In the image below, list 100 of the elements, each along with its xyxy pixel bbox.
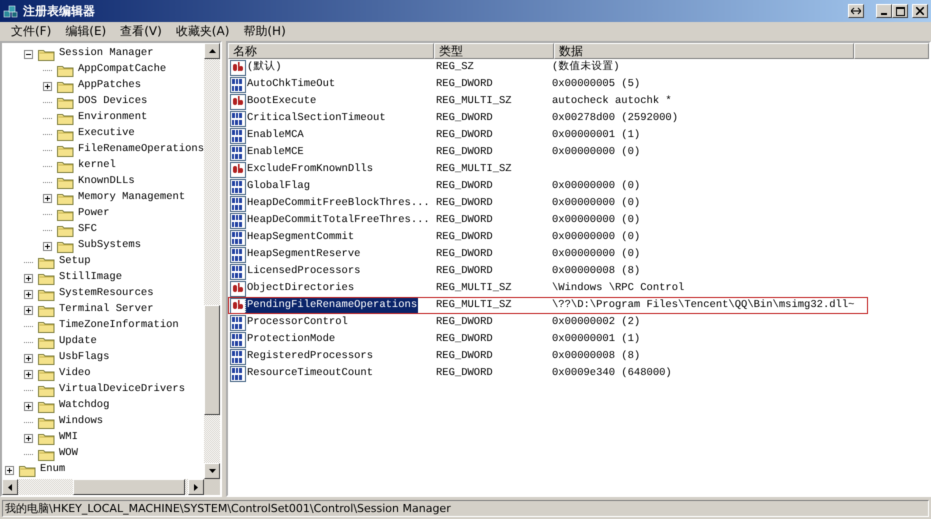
tree-item[interactable]: Enum bbox=[40, 462, 66, 478]
horizontal-scrollbar[interactable] bbox=[2, 479, 204, 495]
tree-item[interactable]: Session Manager bbox=[59, 46, 154, 62]
expand-button[interactable] bbox=[5, 466, 14, 474]
expand-button[interactable] bbox=[43, 242, 52, 250]
value-name[interactable]: HeapSegmentReserve bbox=[246, 246, 362, 262]
value-type: REG_DWORD bbox=[435, 264, 494, 279]
tree-item[interactable]: Video bbox=[59, 366, 91, 382]
minimize-button[interactable] bbox=[876, 4, 892, 18]
binary-value-icon bbox=[230, 128, 246, 144]
binary-value-icon bbox=[230, 366, 246, 382]
expand-button[interactable] bbox=[24, 306, 33, 314]
tree-item[interactable]: Update bbox=[59, 334, 97, 350]
column-header[interactable]: 类型 bbox=[434, 43, 554, 59]
folder-icon bbox=[57, 208, 74, 220]
value-name[interactable]: LicensedProcessors bbox=[246, 264, 362, 280]
menu-item[interactable]: 文件(F) bbox=[4, 23, 58, 39]
value-name[interactable]: ExcludeFromKnownDlls bbox=[246, 162, 374, 178]
menu-item[interactable]: 编辑(E) bbox=[58, 23, 114, 39]
tree-item[interactable]: Environment bbox=[78, 110, 148, 126]
binary-value-icon bbox=[230, 178, 246, 194]
menu-item[interactable]: 查看(V) bbox=[113, 23, 169, 39]
close-button[interactable] bbox=[912, 4, 928, 18]
maximize-button[interactable] bbox=[892, 4, 908, 18]
menu-item[interactable]: 帮助(H) bbox=[236, 23, 293, 39]
plus-icon bbox=[6, 466, 13, 474]
value-name[interactable]: HeapDeCommitFreeBlockThres... bbox=[246, 196, 431, 212]
tree-item[interactable]: SFC bbox=[78, 222, 97, 238]
value-type: REG_DWORD bbox=[435, 178, 494, 194]
value-name[interactable]: EnableMCE bbox=[246, 144, 305, 160]
expand-button[interactable] bbox=[24, 290, 33, 298]
folder-icon bbox=[38, 48, 55, 60]
folder-icon bbox=[57, 176, 74, 188]
tree-item[interactable]: WOW bbox=[59, 446, 78, 462]
tree-item[interactable]: DOS Devices bbox=[78, 94, 148, 110]
expand-button[interactable] bbox=[24, 274, 33, 282]
column-header[interactable] bbox=[854, 43, 929, 59]
plus-icon bbox=[44, 242, 51, 250]
value-name[interactable]: ProtectionMode bbox=[246, 332, 336, 348]
value-name[interactable]: BootExecute bbox=[246, 94, 318, 110]
tree-item[interactable]: TimeZoneInformation bbox=[59, 318, 179, 334]
folder-icon bbox=[38, 416, 55, 428]
binary-value-icon bbox=[230, 264, 246, 280]
value-data: autocheck autochk * bbox=[552, 94, 672, 109]
value-type: REG_MULTI_SZ bbox=[435, 162, 513, 177]
value-name[interactable]: ResourceTimeoutCount bbox=[246, 366, 374, 382]
tree-item[interactable]: WMI bbox=[59, 430, 78, 446]
tree-item[interactable]: kernel bbox=[78, 158, 116, 174]
folder-icon bbox=[57, 64, 74, 76]
vertical-scrollbar[interactable] bbox=[204, 43, 220, 479]
tree-item[interactable]: Watchdog bbox=[59, 398, 110, 414]
double-arrow-icon bbox=[851, 7, 861, 15]
value-name[interactable]: AutoChkTimeOut bbox=[246, 76, 336, 92]
tree-item[interactable]: Windows bbox=[59, 414, 104, 430]
column-header[interactable]: 名称 bbox=[228, 43, 434, 59]
value-name[interactable]: (默认) bbox=[246, 60, 283, 76]
tree-item[interactable]: Terminal Server bbox=[59, 302, 154, 318]
binary-value-icon bbox=[230, 332, 246, 348]
menu-item[interactable]: 收藏夹(A) bbox=[168, 23, 236, 39]
tree-item[interactable]: AppPatches bbox=[78, 78, 142, 94]
value-data: 0x00000008 (8) bbox=[552, 348, 640, 364]
resize-button[interactable] bbox=[848, 4, 864, 18]
tree-item[interactable]: SystemResources bbox=[59, 286, 154, 302]
folder-icon bbox=[38, 272, 55, 284]
expand-button[interactable] bbox=[24, 354, 33, 362]
binary-value-icon bbox=[230, 110, 246, 126]
value-name[interactable]: RegisteredProcessors bbox=[246, 348, 374, 364]
value-name[interactable]: PendingFileRenameOperations bbox=[246, 298, 418, 314]
tree-item[interactable]: StillImage bbox=[59, 270, 122, 286]
value-name[interactable]: GlobalFlag bbox=[246, 178, 312, 194]
plus-icon bbox=[25, 354, 32, 362]
value-name[interactable]: HeapDeCommitTotalFreeThres... bbox=[246, 212, 431, 228]
expand-button[interactable] bbox=[24, 370, 33, 378]
tree-item[interactable]: AppCompatCache bbox=[78, 62, 166, 78]
close-icon bbox=[916, 7, 924, 15]
expand-button[interactable] bbox=[24, 402, 33, 410]
tree-item[interactable]: Power bbox=[78, 206, 110, 222]
tree-item[interactable]: Setup bbox=[59, 254, 91, 270]
expand-button[interactable] bbox=[24, 434, 33, 442]
value-data: 0x00000000 (0) bbox=[552, 212, 640, 228]
value-name[interactable]: HeapSegmentCommit bbox=[246, 230, 356, 246]
value-name[interactable]: ProcessorControl bbox=[246, 314, 349, 330]
plus-icon bbox=[44, 194, 51, 202]
tree-item[interactable]: KnownDLLs bbox=[78, 174, 135, 190]
expand-button[interactable] bbox=[43, 82, 52, 90]
tree-item[interactable]: UsbFlags bbox=[59, 350, 110, 366]
value-name[interactable]: ObjectDirectories bbox=[246, 280, 356, 296]
tree-item[interactable]: SubSystems bbox=[78, 238, 142, 254]
value-name[interactable]: EnableMCA bbox=[246, 128, 305, 144]
folder-icon bbox=[38, 368, 55, 380]
tree-item[interactable]: Executive bbox=[78, 126, 135, 142]
folder-icon bbox=[38, 304, 55, 316]
value-name[interactable]: CriticalSectionTimeout bbox=[246, 110, 387, 126]
tree-item[interactable]: FileRenameOperations bbox=[78, 142, 204, 158]
collapse-button[interactable] bbox=[24, 50, 33, 58]
tree-item[interactable]: VirtualDeviceDrivers bbox=[59, 382, 186, 398]
binary-value-icon bbox=[230, 196, 246, 212]
column-header[interactable]: 数据 bbox=[554, 43, 854, 59]
expand-button[interactable] bbox=[43, 194, 52, 202]
tree-item[interactable]: Memory Management bbox=[78, 190, 186, 206]
